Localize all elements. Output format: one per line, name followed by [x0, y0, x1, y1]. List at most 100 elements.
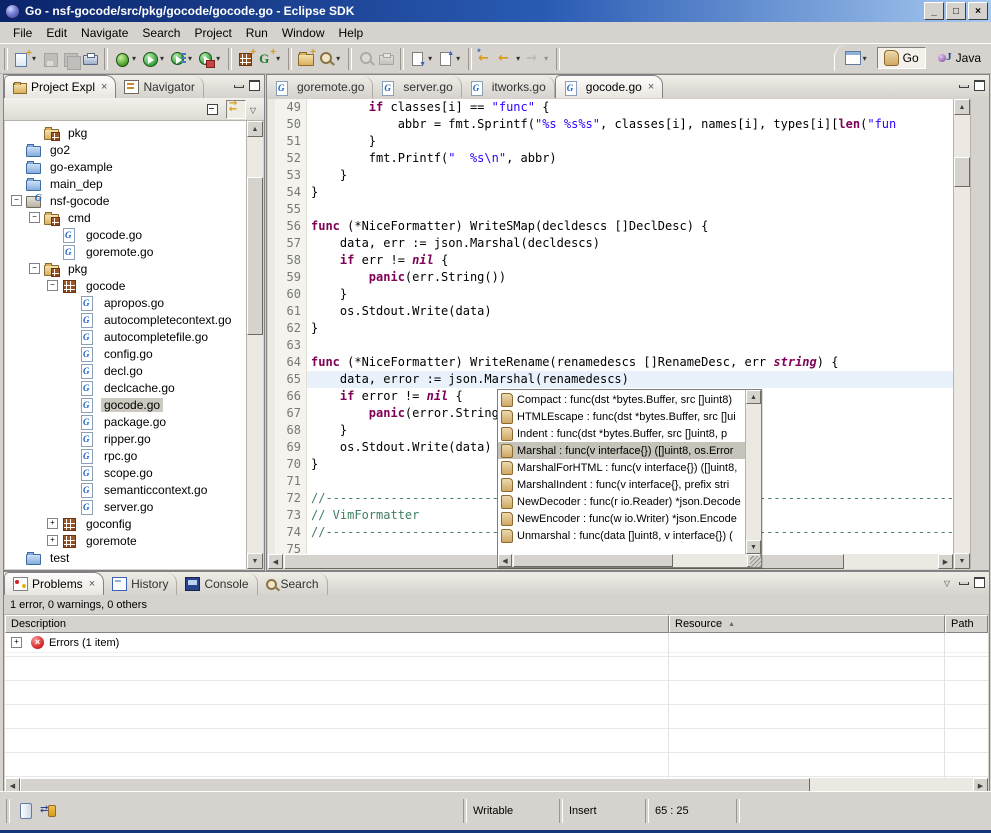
- code-text[interactable]: [307, 201, 953, 218]
- menu-item-navigate[interactable]: Navigate: [74, 24, 135, 42]
- code-line[interactable]: 62 }: [268, 320, 953, 337]
- code-line[interactable]: 50 abbr = fmt.Sprintf("%s %s%s", classes…: [268, 116, 953, 133]
- completion-item[interactable]: Marshal : func(v interface{}) ([]uint8, …: [498, 442, 745, 459]
- scroll-up-arrow[interactable]: ▲: [746, 390, 761, 404]
- tree-expander[interactable]: −: [29, 263, 40, 274]
- scroll-left-arrow[interactable]: ◀: [498, 554, 512, 567]
- scroll-up-arrow[interactable]: ▲: [954, 99, 970, 115]
- maximize-editor-button[interactable]: [973, 79, 986, 90]
- code-text[interactable]: os.Stdout.Write(data): [307, 303, 953, 320]
- link-with-editor-button[interactable]: [226, 100, 246, 119]
- tree-item-gocode[interactable]: − gocode: [5, 277, 246, 294]
- minimize-window-button[interactable]: _: [924, 2, 944, 20]
- tree-item-declcache.go[interactable]: declcache.go: [5, 379, 246, 396]
- tree-expander[interactable]: −: [11, 195, 22, 206]
- code-line[interactable]: 52 fmt.Printf(" %s\n", abbr): [268, 150, 953, 167]
- tree-item-autocompletecontext.go[interactable]: autocompletecontext.go: [5, 311, 246, 328]
- code-line[interactable]: 55: [268, 201, 953, 218]
- code-line[interactable]: 54 }: [268, 184, 953, 201]
- code-line[interactable]: 49 if classes[i] == "func" {: [268, 99, 953, 116]
- tree-item-goremote[interactable]: + goremote: [5, 532, 246, 549]
- menu-item-help[interactable]: Help: [332, 24, 371, 42]
- completion-item[interactable]: MarshalForHTML : func(v interface{}) ([]…: [498, 459, 745, 476]
- chevron-down-icon[interactable]: ▾: [426, 54, 434, 63]
- code-line[interactable]: 60 }: [268, 286, 953, 303]
- row-expander[interactable]: +: [11, 637, 22, 648]
- menu-item-file[interactable]: File: [6, 24, 39, 42]
- external-tools-button[interactable]: ▾: [196, 47, 224, 71]
- code-text[interactable]: panic(err.String()): [307, 269, 953, 286]
- code-text[interactable]: }: [307, 320, 953, 337]
- code-text[interactable]: func (*NiceFormatter) WriteSMap(decldesc…: [307, 218, 953, 235]
- chevron-down-icon[interactable]: ▾: [186, 54, 194, 63]
- next-annotation-button[interactable]: ▾: [408, 47, 436, 71]
- perspective-java-button[interactable]: Java: [932, 49, 987, 67]
- minimize-view-button[interactable]: [232, 79, 245, 90]
- tree-item-ripper.go[interactable]: ripper.go: [5, 430, 246, 447]
- tree-item-semanticcontext.go[interactable]: semanticcontext.go: [5, 481, 246, 498]
- view-menu-button[interactable]: ▽: [250, 103, 256, 115]
- scroll-right-arrow[interactable]: ▶: [938, 554, 953, 569]
- tab-problems[interactable]: Problems ×: [4, 572, 104, 595]
- tree-item-test[interactable]: test: [5, 549, 246, 566]
- scroll-up-arrow[interactable]: ▲: [247, 121, 263, 137]
- back-button[interactable]: ←▾: [496, 47, 524, 71]
- tree-item-pkg[interactable]: − pkg: [5, 260, 246, 277]
- tab-history[interactable]: History: [104, 573, 177, 595]
- maximize-view-button[interactable]: [973, 576, 986, 587]
- open-resource-button[interactable]: +: [296, 47, 316, 71]
- explorer-scrollbar[interactable]: ▲ ▼: [246, 121, 263, 569]
- tree-expander[interactable]: +: [47, 518, 58, 529]
- code-text[interactable]: if classes[i] == "func" {: [307, 99, 953, 116]
- menu-item-search[interactable]: Search: [135, 24, 187, 42]
- tree-item-main_dep[interactable]: main_dep: [5, 175, 246, 192]
- editor-vscrollbar[interactable]: ▲ ▼: [953, 99, 970, 569]
- tree-item-goconfig[interactable]: + goconfig: [5, 515, 246, 532]
- code-text[interactable]: }: [307, 133, 953, 150]
- code-line[interactable]: 61 os.Stdout.Write(data): [268, 303, 953, 320]
- open-perspective-button[interactable]: ▾: [843, 46, 871, 70]
- debug-button[interactable]: ▾: [112, 47, 140, 71]
- tab-console[interactable]: Console: [177, 573, 257, 595]
- chevron-down-icon[interactable]: ▾: [454, 54, 462, 63]
- view-menu-button[interactable]: ▽: [944, 576, 950, 588]
- tree-item-pkg[interactable]: pkg: [5, 124, 246, 141]
- column-header-resource[interactable]: Resource▲: [669, 615, 945, 633]
- problems-row[interactable]: + × Errors (1 item): [5, 633, 988, 653]
- completion-item[interactable]: NewEncoder : func(w io.Writer) *json.Enc…: [498, 510, 745, 527]
- fast-view-icon[interactable]: [20, 803, 32, 819]
- last-edit-location-button[interactable]: ←*: [476, 47, 496, 71]
- editor-tab-gocode.go[interactable]: gocode.go ×: [555, 75, 664, 98]
- close-icon[interactable]: ×: [99, 81, 107, 93]
- minimize-editor-button[interactable]: [957, 79, 970, 90]
- code-line[interactable]: 58 if err != nil {: [268, 252, 953, 269]
- perspective-go-button[interactable]: Go: [877, 47, 926, 69]
- scroll-down-arrow[interactable]: ▼: [954, 553, 970, 569]
- menu-item-edit[interactable]: Edit: [39, 24, 74, 42]
- tree-item-go2[interactable]: go2: [5, 141, 246, 158]
- scroll-down-arrow[interactable]: ▼: [247, 553, 263, 569]
- collapse-all-button[interactable]: [204, 101, 222, 118]
- tree-item-autocompletefile.go[interactable]: autocompletefile.go: [5, 328, 246, 345]
- completion-item[interactable]: HTMLEscape : func(dst *bytes.Buffer, src…: [498, 408, 745, 425]
- menu-item-project[interactable]: Project: [187, 24, 238, 42]
- maximize-view-button[interactable]: [248, 79, 261, 90]
- code-text[interactable]: abbr = fmt.Sprintf("%s %s%s", classes[i]…: [307, 116, 953, 133]
- chevron-down-icon[interactable]: ▾: [214, 54, 222, 63]
- scroll-down-arrow[interactable]: ▼: [746, 540, 761, 554]
- menu-item-window[interactable]: Window: [275, 24, 332, 42]
- tree-item-rpc.go[interactable]: rpc.go: [5, 447, 246, 464]
- code-text[interactable]: }: [307, 167, 953, 184]
- run-history-button[interactable]: ▾: [168, 47, 196, 71]
- tree-item-scope.go[interactable]: scope.go: [5, 464, 246, 481]
- maximize-window-button[interactable]: □: [946, 2, 966, 20]
- editor-tab-itworks.go[interactable]: itworks.go: [462, 76, 555, 98]
- chevron-down-icon[interactable]: ▾: [158, 54, 166, 63]
- tree-item-gocode.go[interactable]: gocode.go: [5, 226, 246, 243]
- scrollbar-thumb[interactable]: [954, 157, 970, 187]
- code-text[interactable]: data, err := json.Marshal(decldescs): [307, 235, 953, 252]
- previous-annotation-button[interactable]: ▾: [436, 47, 464, 71]
- code-line[interactable]: 59 panic(err.String()): [268, 269, 953, 286]
- column-header-description[interactable]: Description: [5, 615, 669, 633]
- tree-item-server.go[interactable]: server.go: [5, 498, 246, 515]
